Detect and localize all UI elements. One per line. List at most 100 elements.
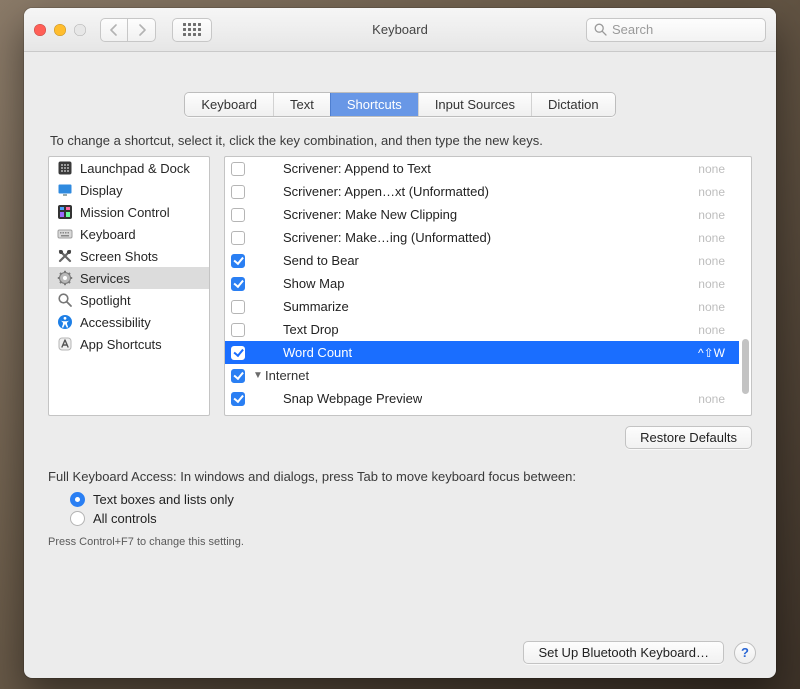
sidebar-item-label: Mission Control [80, 205, 170, 220]
scrollbar[interactable] [740, 159, 749, 413]
sidebar-item-screen-shots[interactable]: Screen Shots [49, 245, 209, 267]
grid-icon [183, 23, 201, 36]
checkbox[interactable] [231, 231, 245, 245]
checkbox[interactable] [231, 323, 245, 337]
tab-text[interactable]: Text [273, 93, 330, 116]
tab-shortcuts[interactable]: Shortcuts [330, 93, 418, 116]
shortcut-key[interactable]: none [698, 208, 739, 222]
shortcut-label: Word Count [283, 345, 352, 360]
search-icon [594, 23, 607, 36]
shortcut-row[interactable]: Scrivener: Appen…xt (Unformatted) none [225, 180, 739, 203]
fka-option[interactable]: All controls [70, 511, 752, 526]
shortcut-key[interactable]: none [698, 277, 739, 291]
radio-label: All controls [93, 511, 157, 526]
shortcut-row[interactable]: Scrivener: Make New Clipping none [225, 203, 739, 226]
tab-input-sources[interactable]: Input Sources [418, 93, 531, 116]
shortcut-label: Scrivener: Appen…xt (Unformatted) [283, 184, 489, 199]
search-input[interactable]: Search [586, 18, 766, 42]
shortcut-row[interactable]: Show Map none [225, 272, 739, 295]
fka-label: Full Keyboard Access: In windows and dia… [48, 469, 752, 484]
checkbox[interactable] [231, 300, 245, 314]
shortcut-key[interactable]: none [698, 323, 739, 337]
titlebar: Keyboard Search [24, 8, 776, 52]
shortcuts-list[interactable]: Scrivener: Append to TextnoneScrivener: … [224, 156, 752, 416]
back-button[interactable] [100, 18, 128, 42]
search-placeholder: Search [612, 22, 653, 37]
sidebar-item-label: Keyboard [80, 227, 136, 242]
bluetooth-keyboard-button[interactable]: Set Up Bluetooth Keyboard… [523, 641, 724, 664]
help-button[interactable]: ? [734, 642, 756, 664]
sidebar-item-keyboard[interactable]: Keyboard [49, 223, 209, 245]
display-icon [57, 182, 73, 198]
nav-buttons [100, 18, 156, 42]
shortcut-key[interactable]: none [698, 231, 739, 245]
shortcut-key[interactable]: none [698, 254, 739, 268]
window-controls [34, 24, 92, 36]
close-button[interactable] [34, 24, 46, 36]
sidebar-item-display[interactable]: Display [49, 179, 209, 201]
shortcut-key[interactable]: ^⇧W [698, 346, 739, 360]
category-sidebar[interactable]: Launchpad & Dock Display Mission Control Ke… [48, 156, 210, 416]
tab-keyboard[interactable]: Keyboard [185, 93, 273, 116]
shortcut-row[interactable]: Scrivener: Append to Textnone [225, 157, 739, 180]
show-all-button[interactable] [172, 18, 212, 42]
shortcut-row[interactable]: Text Drop none [225, 318, 739, 341]
shortcut-key[interactable]: none [698, 185, 739, 199]
sidebar-item-label: Screen Shots [80, 249, 158, 264]
sidebar-item-accessibility[interactable]: Accessibility [49, 311, 209, 333]
checkbox[interactable] [231, 208, 245, 222]
restore-defaults-button[interactable]: Restore Defaults [625, 426, 752, 449]
radio-button[interactable] [70, 492, 85, 507]
shortcut-label: Summarize [283, 299, 349, 314]
sidebar-item-app-shortcuts[interactable]: App Shortcuts [49, 333, 209, 355]
shortcut-label: Text Drop [283, 322, 339, 337]
shortcut-row[interactable]: Snap Webpage Preview none [225, 387, 739, 410]
sidebar-item-label: Launchpad & Dock [80, 161, 190, 176]
full-keyboard-access: Full Keyboard Access: In windows and dia… [48, 469, 752, 548]
preferences-window: Keyboard Search KeyboardTextShortcutsInp… [24, 8, 776, 678]
sidebar-item-mission-control[interactable]: Mission Control [49, 201, 209, 223]
tab-dictation[interactable]: Dictation [531, 93, 615, 116]
checkbox[interactable] [231, 185, 245, 199]
shortcut-group[interactable]: ▼Internet [225, 364, 739, 387]
sidebar-item-launchpad-dock[interactable]: Launchpad & Dock [49, 157, 209, 179]
checkbox[interactable] [231, 254, 245, 268]
sidebar-item-services[interactable]: Services [49, 267, 209, 289]
fka-hint: Press Control+F7 to change this setting. [48, 536, 752, 548]
spotlight-icon [57, 292, 73, 308]
minimize-button[interactable] [54, 24, 66, 36]
instruction-text: To change a shortcut, select it, click t… [50, 133, 752, 148]
shortcut-key[interactable]: none [698, 162, 739, 176]
launchpad-icon [57, 160, 73, 176]
sidebar-item-label: Display [80, 183, 123, 198]
shortcut-row[interactable]: Word Count ^⇧W [225, 341, 739, 364]
disclosure-triangle-icon[interactable]: ▼ [253, 370, 263, 381]
radio-button[interactable] [70, 511, 85, 526]
sidebar-item-label: Services [80, 271, 130, 286]
zoom-button[interactable] [74, 24, 86, 36]
shortcut-label: Scrivener: Make…ing (Unformatted) [283, 230, 491, 245]
shortcut-label: Scrivener: Make New Clipping [283, 207, 457, 222]
sidebar-item-spotlight[interactable]: Spotlight [49, 289, 209, 311]
checkbox[interactable] [231, 369, 245, 383]
checkbox[interactable] [231, 277, 245, 291]
shortcut-label: Snap Webpage Preview [283, 391, 422, 406]
sidebar-item-label: Spotlight [80, 293, 131, 308]
shortcut-row[interactable]: Scrivener: Make…ing (Unformatted) none [225, 226, 739, 249]
chevron-left-icon [110, 24, 118, 36]
checkbox[interactable] [231, 162, 245, 176]
shortcut-key[interactable]: none [698, 392, 739, 406]
shortcut-key[interactable]: none [698, 300, 739, 314]
checkbox[interactable] [231, 392, 245, 406]
radio-label: Text boxes and lists only [93, 492, 234, 507]
shortcut-row[interactable]: Send to Bearnone [225, 249, 739, 272]
accessibility-icon [57, 314, 73, 330]
checkbox[interactable] [231, 346, 245, 360]
scroll-thumb[interactable] [742, 339, 749, 394]
shortcut-row[interactable]: Summarize none [225, 295, 739, 318]
chevron-right-icon [138, 24, 146, 36]
fka-option[interactable]: Text boxes and lists only [70, 492, 752, 507]
forward-button[interactable] [128, 18, 156, 42]
sidebar-item-label: Accessibility [80, 315, 151, 330]
shortcut-label: Show Map [283, 276, 344, 291]
